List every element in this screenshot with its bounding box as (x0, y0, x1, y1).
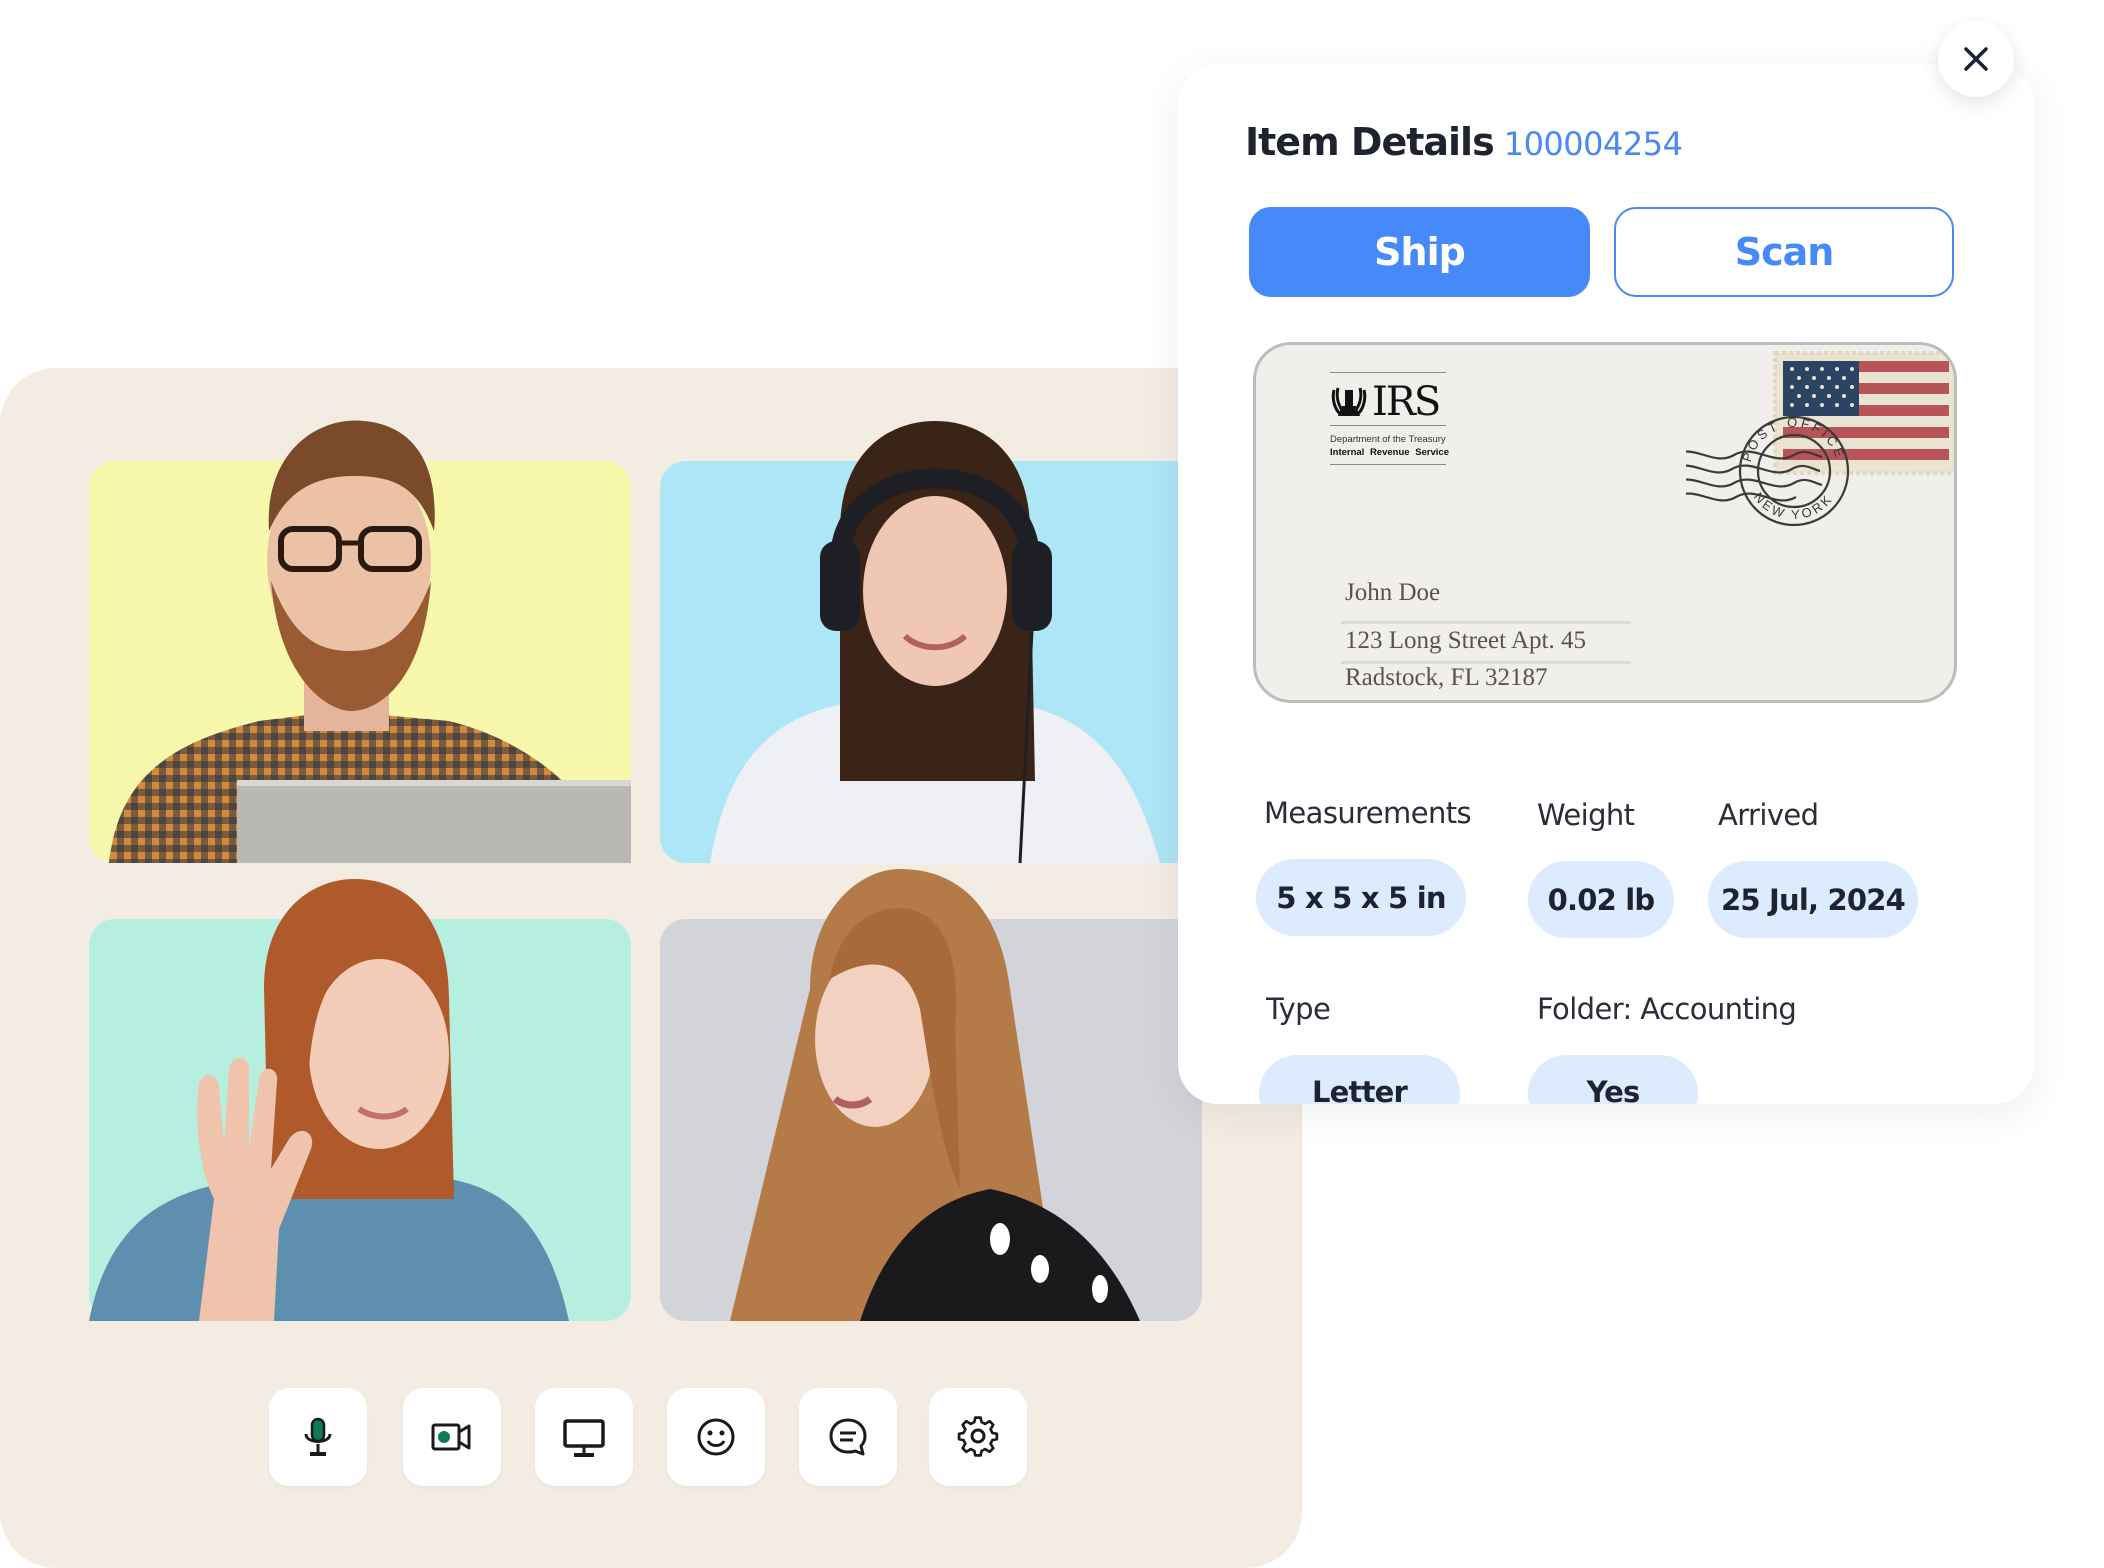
ship-button[interactable]: Ship (1249, 207, 1590, 297)
address-divider (1341, 621, 1631, 624)
arrived-value: 25 Jul, 2024 (1708, 861, 1918, 938)
close-icon (1964, 47, 1988, 71)
chat-button[interactable] (799, 1388, 897, 1486)
folder-value: Yes (1528, 1055, 1698, 1104)
type-label: Type (1266, 992, 1331, 1026)
participant-tile[interactable] (89, 879, 631, 1321)
arrived-label: Arrived (1718, 798, 1819, 832)
item-id: 100004254 (1503, 125, 1683, 163)
settings-button[interactable] (929, 1388, 1027, 1486)
participant-man-glasses (109, 420, 631, 863)
sender-department: Department of the Treasury (1330, 434, 1446, 445)
measurements-label: Measurements (1264, 796, 1472, 830)
folder-label: Folder: Accounting (1537, 992, 1797, 1026)
weight-value: 0.02 lb (1528, 861, 1674, 938)
type-value: Letter (1259, 1055, 1460, 1104)
irs-wordmark: IRS (1372, 379, 1441, 425)
reactions-button[interactable] (667, 1388, 765, 1486)
panel-title: Item Details 100004254 (1245, 120, 1683, 164)
weight-label: Weight (1537, 798, 1635, 832)
monitor-icon (563, 1419, 605, 1457)
participant-woman-long-hair (730, 869, 1140, 1321)
screen-share-button[interactable] (535, 1388, 633, 1486)
close-button[interactable] (1938, 21, 2014, 97)
panel-title-text: Item Details (1245, 120, 1495, 164)
sender-logo: IRS Department of the Treasury Internal … (1330, 372, 1449, 465)
video-camera-icon (431, 1423, 471, 1451)
smiley-icon (697, 1418, 735, 1456)
microphone-button[interactable] (269, 1388, 367, 1486)
recipient-street: 123 Long Street Apt. 45 (1345, 627, 1586, 654)
recipient-name: John Doe (1345, 579, 1441, 606)
gear-icon (957, 1416, 999, 1457)
participant-woman-headphones (710, 421, 1160, 864)
participant-tile[interactable] (660, 421, 1202, 864)
camera-button[interactable] (403, 1388, 501, 1486)
postage-stamp: POST OFFICE NEW YORK (1686, 351, 1954, 527)
irs-eagle-icon (1331, 387, 1367, 416)
chat-bubble-icon (829, 1418, 867, 1456)
measurements-value: 5 x 5 x 5 in (1256, 859, 1466, 936)
microphone-icon (304, 1417, 332, 1456)
participant-woman-waving (89, 879, 569, 1321)
scan-button[interactable]: Scan (1614, 207, 1954, 297)
participant-tile[interactable] (660, 869, 1202, 1321)
video-call-window (0, 368, 1302, 1568)
envelope-preview[interactable]: IRS Department of the Treasury Internal … (1253, 342, 1957, 703)
us-flag-icon (1783, 361, 1949, 465)
participant-tile[interactable] (89, 420, 631, 863)
call-toolbar (0, 1388, 1302, 1488)
sender-service: Internal Revenue Service (1330, 447, 1449, 458)
item-details-panel: Item Details 100004254 Ship Scan IRS Depa… (1178, 64, 2034, 1104)
recipient-city: Radstock, FL 32187 (1345, 664, 1548, 691)
